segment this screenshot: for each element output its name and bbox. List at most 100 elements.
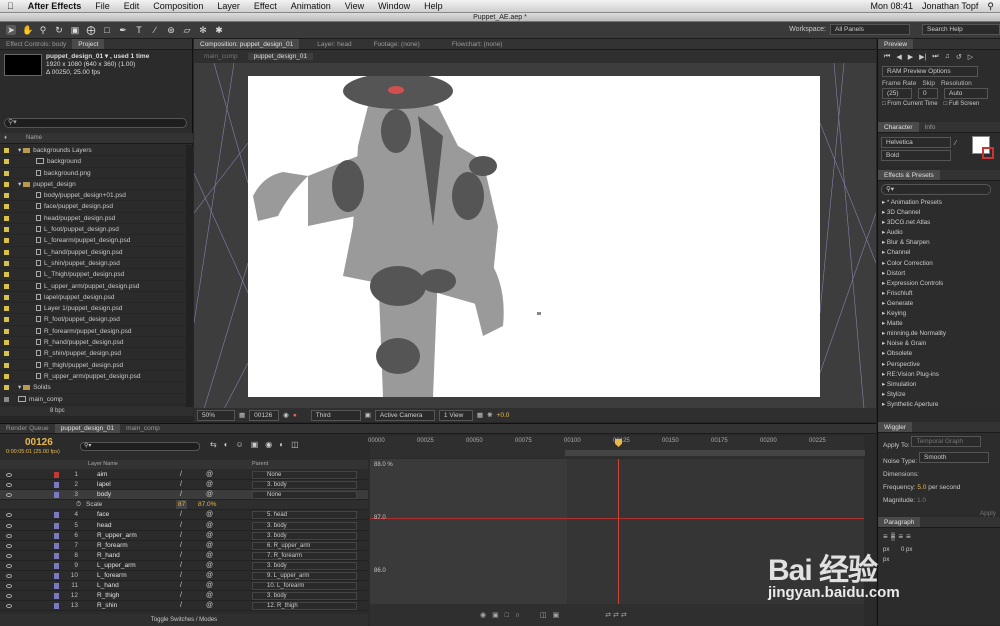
layer-switch-icon[interactable]: / (180, 532, 188, 540)
layer-name[interactable]: R_hand (97, 551, 120, 560)
layer-label-color[interactable] (54, 482, 59, 489)
project-item[interactable]: R_foot/puppet_design.psd (0, 314, 186, 326)
layer-label-color[interactable] (54, 512, 59, 519)
layer-label-color[interactable] (54, 562, 59, 569)
hand-tool-icon[interactable]: ✋ (22, 25, 33, 35)
toggle-switches-modes[interactable]: Toggle Switches / Modes (0, 614, 368, 626)
rotate-tool-icon[interactable]: ↻ (54, 25, 64, 35)
label-color-swatch[interactable] (4, 215, 9, 221)
project-item[interactable]: Layer 1/puppet_design.psd (0, 303, 186, 315)
crumb-main-comp[interactable]: main_comp (204, 53, 238, 60)
zoom-tool-icon[interactable]: ⚲ (38, 25, 48, 35)
label-color-swatch[interactable] (4, 204, 9, 210)
project-item[interactable]: ▾ backgrounds Layers (0, 145, 186, 157)
effect-category[interactable]: ▸ Expression Controls (878, 279, 1000, 289)
parent-pickwhip-icon[interactable]: @ (206, 532, 214, 540)
effect-category[interactable]: ▸ Blur & Sharpen (878, 238, 1000, 248)
motion-blur-icon[interactable]: ◉ (265, 440, 272, 449)
project-item[interactable]: L_hand/puppet_design.psd (0, 247, 186, 258)
effect-category[interactable]: ▸ Stylize (878, 390, 1000, 400)
layer-row[interactable]: 12 R_thigh / @3. body (0, 591, 368, 602)
first-frame-icon[interactable]: ⏮ (884, 53, 890, 61)
tab-project[interactable]: Project (72, 39, 105, 49)
project-item[interactable]: R_forearm/puppet_design.psd (0, 326, 186, 338)
tab-timeline-main[interactable]: main_comp (120, 424, 166, 433)
layer-switch-icon[interactable]: / (180, 542, 188, 550)
parent-dropdown[interactable]: 3. body (252, 531, 357, 540)
parent-pickwhip-icon[interactable]: @ (206, 522, 214, 530)
project-search-input[interactable]: ⚲▾ (4, 118, 187, 128)
bpc-button[interactable]: 8 bpc (50, 407, 65, 416)
graph-editor-icon[interactable]: ◫ (291, 440, 299, 449)
project-item[interactable]: L_upper_arm/puppet_design.psd (0, 281, 186, 292)
visibility-eye-icon[interactable] (6, 563, 12, 568)
project-item[interactable]: lapel/puppet_design.psd (0, 292, 186, 304)
layer-name[interactable]: aim (97, 470, 107, 479)
from-current-time-checkbox[interactable]: □ From Current Time (882, 101, 938, 107)
layer-row[interactable]: 11 L_hand / @10. L_forearm (0, 581, 368, 592)
prev-frame-icon[interactable]: ◀ (896, 53, 901, 61)
menu-edit[interactable]: Edit (117, 0, 147, 12)
layer-name[interactable]: L_forearm (97, 571, 127, 580)
parent-pickwhip-icon[interactable]: @ (206, 572, 214, 580)
parent-dropdown[interactable]: None (252, 491, 357, 500)
zoom-dropdown[interactable]: 50% (197, 409, 235, 421)
parent-dropdown[interactable]: 6. R_upper_arm (252, 541, 357, 550)
stroke-color-swatch[interactable] (982, 147, 994, 159)
visibility-eye-icon[interactable] (6, 523, 12, 528)
fit-all-icon[interactable]: ▣ (553, 611, 560, 619)
scale-property-row[interactable]: ⏱ Scale 87 87.0% (0, 500, 368, 511)
brainstorm-icon[interactable]: ◐ (279, 440, 284, 449)
clone-tool-icon[interactable]: ⊛ (166, 25, 176, 35)
label-color-swatch[interactable] (4, 373, 9, 379)
frequency-value[interactable]: 5.0 (917, 484, 926, 491)
layer-switch-icon[interactable]: / (180, 511, 188, 519)
layer-row[interactable]: 4 face / @5. head (0, 510, 368, 521)
pan-behind-tool-icon[interactable]: ⨁ (86, 25, 96, 35)
project-item[interactable]: ▾ Solids (0, 382, 186, 394)
snapshot-icon[interactable]: ◉ (283, 411, 289, 419)
visibility-eye-icon[interactable] (6, 584, 12, 589)
label-color-swatch[interactable] (4, 170, 9, 176)
text-tool-icon[interactable]: T (134, 25, 144, 35)
graph-options-icon[interactable]: ▣ (492, 611, 499, 619)
view-layout-dropdown[interactable]: 1 View (438, 409, 473, 421)
comp-canvas[interactable] (248, 76, 820, 397)
parent-dropdown[interactable]: 7. R_forearm (252, 551, 357, 560)
noise-type-dropdown[interactable]: Smooth (919, 452, 990, 463)
tab-flowchart[interactable]: Flowchart: (none) (446, 39, 509, 49)
draft-3d-icon[interactable]: ◐ (224, 440, 229, 449)
layer-row[interactable]: 9 L_upper_arm / @3. body (0, 561, 368, 571)
label-color-swatch[interactable] (4, 306, 9, 312)
label-color-swatch[interactable] (4, 238, 9, 244)
name-column-header[interactable]: Name (26, 133, 42, 144)
parent-pickwhip-icon[interactable]: @ (206, 602, 214, 610)
visibility-eye-icon[interactable] (6, 473, 12, 477)
project-item[interactable]: R_upper_arm/puppet_design.psd (0, 371, 186, 383)
timeline-search-input[interactable]: ⚲▾ (80, 442, 200, 451)
project-item[interactable]: L_Thigh/puppet_design.psd (0, 269, 186, 281)
resolution-dropdown-preview[interactable]: Auto (944, 88, 988, 99)
label-color-swatch[interactable] (4, 294, 9, 300)
tab-character[interactable]: Character (878, 122, 919, 132)
effect-category[interactable]: ▸ Simulation (878, 380, 1000, 390)
visibility-eye-icon[interactable] (6, 604, 12, 609)
effects-search-input[interactable]: ⚲▾ (881, 184, 991, 195)
label-color-swatch[interactable] (4, 181, 9, 187)
layer-row[interactable]: 3 body / @ None (0, 490, 368, 501)
keyframe-nav-icons[interactable]: ⇄ ⇄ ⇄ (605, 611, 627, 619)
fast-previews-icon[interactable]: ❋ (487, 411, 492, 419)
label-color-swatch[interactable] (4, 351, 9, 357)
visibility-eye-icon[interactable] (6, 543, 12, 548)
audio-icon[interactable]: ♫ (945, 53, 950, 61)
project-item[interactable]: L_foot/puppet_design.psd (0, 224, 186, 236)
visibility-eye-icon[interactable] (6, 493, 12, 498)
layer-label-color[interactable] (54, 542, 59, 549)
exposure-value[interactable]: +0.0 (497, 412, 510, 419)
visibility-eye-icon[interactable] (6, 594, 12, 599)
align-left-icon[interactable]: ≡ (883, 532, 888, 541)
tab-effect-controls[interactable]: Effect Controls: body (0, 39, 72, 49)
parent-pickwhip-icon[interactable]: @ (206, 481, 214, 489)
ram-preview-icon[interactable]: ▷ (968, 53, 973, 61)
current-timecode[interactable]: 00126 (25, 437, 53, 448)
